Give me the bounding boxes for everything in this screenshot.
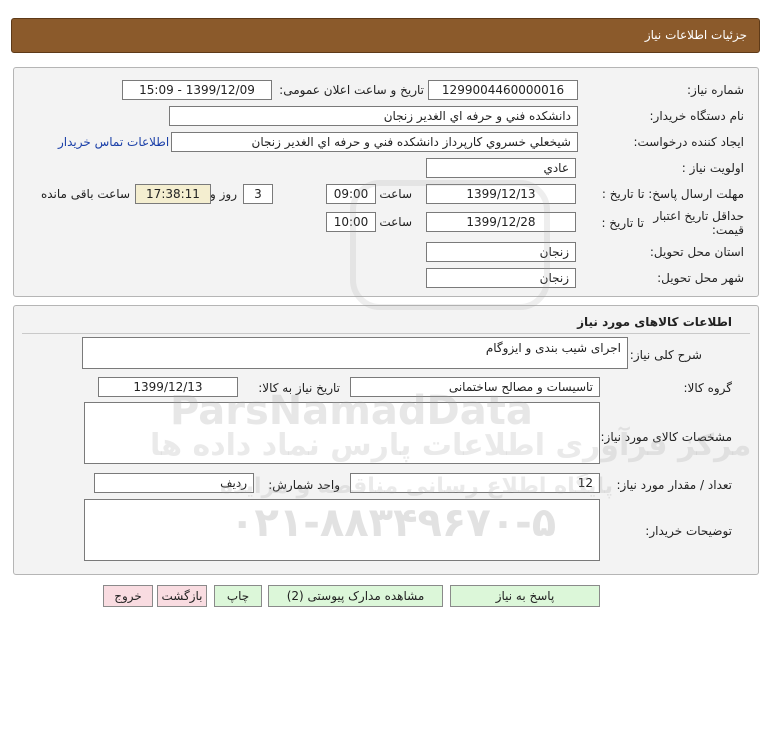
quantity-label: تعداد / مقدار مورد نیاز: [616, 478, 732, 492]
unit-field: ردیف [94, 473, 254, 493]
send-deadline-label: مهلت ارسال پاسخ: تا تاریخ : [601, 187, 744, 201]
price-validity-label: حداقل تاریخ اعتبار قیمت: [653, 209, 744, 237]
back-button[interactable]: بازگشت [157, 585, 207, 607]
send-deadline-time-field: 09:00 [326, 184, 376, 204]
goods-section-title: اطلاعات کالاهای مورد نیاز [577, 315, 732, 329]
need-number-field: 1299004460000016 [428, 80, 578, 100]
print-button[interactable]: چاپ [214, 585, 262, 607]
page-header: جزئیات اطلاعات نیاز [11, 18, 760, 53]
need-number-label: شماره نیاز: [687, 83, 744, 97]
buyer-org-field: دانشکده فني و حرفه اي الغدير زنجان [169, 106, 578, 126]
goods-info-panel: اطلاعات کالاهای مورد نیاز شرح کلی نیاز: … [13, 305, 759, 575]
goods-specs-label: مشخصات کالای مورد نیاز: [600, 430, 732, 444]
exit-button[interactable]: خروج [103, 585, 153, 607]
price-validity-time-label: ساعت [379, 215, 412, 229]
quantity-field: 12 [350, 473, 600, 493]
buyer-org-label: نام دستگاه خریدار: [649, 109, 745, 123]
delivery-city-label: شهر محل تحویل: [657, 271, 744, 285]
price-validity-time-field: 10:00 [326, 212, 376, 232]
send-deadline-time-label: ساعت [379, 187, 412, 201]
announce-datetime-field: 1399/12/09 - 15:09 [122, 80, 272, 100]
section-divider [22, 333, 750, 334]
delivery-city-field: زنجان [426, 268, 576, 288]
page-title: جزئیات اطلاعات نیاز [644, 28, 747, 42]
need-description-label: شرح کلی نیاز: [629, 348, 702, 362]
view-attachments-button[interactable]: مشاهده مدارک پیوستی (2) [268, 585, 443, 607]
price-validity-to-label: تا تاریخ : [601, 216, 644, 230]
need-date-field: 1399/12/13 [98, 377, 238, 397]
reply-button[interactable]: پاسخ به نیاز [450, 585, 600, 607]
priority-label: اولویت نیاز : [681, 161, 744, 175]
need-info-panel: شماره نیاز: 1299004460000016 تاریخ و ساع… [13, 67, 759, 297]
buyer-notes-label: توضیحات خریدار: [645, 524, 732, 538]
announce-datetime-label: تاریخ و ساعت اعلان عمومی: [279, 83, 424, 97]
goods-group-label: گروه کالا: [683, 381, 733, 395]
remaining-days-field: 3 [243, 184, 273, 204]
price-validity-date-field: 1399/12/28 [426, 212, 576, 232]
need-description-field: اجرای شیب بندی و ایزوگام [82, 337, 628, 369]
send-deadline-date-field: 1399/12/13 [426, 184, 576, 204]
request-creator-label: ایجاد کننده درخواست: [633, 135, 744, 149]
remaining-time-field: 17:38:11 [135, 184, 211, 204]
request-creator-field: شیخعلي خسروي کارپرداز دانشکده فني و حرفه… [171, 132, 578, 152]
delivery-province-field: زنجان [426, 242, 576, 262]
delivery-province-label: استان محل تحویل: [649, 245, 744, 259]
need-date-label: تاریخ نیاز به کالا: [258, 381, 340, 395]
goods-specs-field [84, 402, 600, 464]
goods-group-field: تاسیسات و مصالح ساختمانی [350, 377, 600, 397]
unit-label: واحد شمارش: [268, 478, 340, 492]
days-label: روز و [210, 187, 237, 201]
buyer-contact-link[interactable]: اطلاعات تماس خریدار [58, 135, 169, 149]
remaining-label: ساعت باقی مانده [40, 187, 130, 201]
priority-field: عادي [426, 158, 576, 178]
buyer-notes-field [84, 499, 600, 561]
